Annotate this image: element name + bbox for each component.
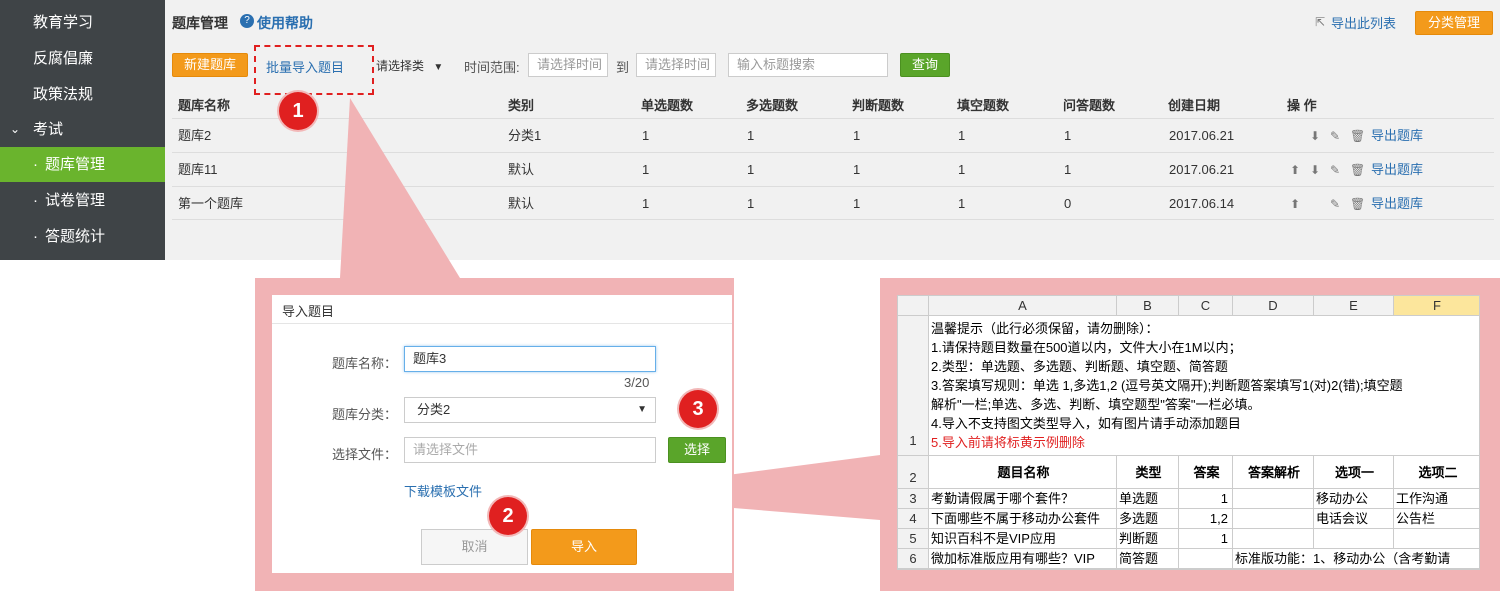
chevron-down-icon: ▼ [637, 404, 647, 415]
download-template-link[interactable]: 下载模板文件 [404, 481, 482, 500]
name-label: 题库名称： [332, 356, 398, 371]
sheet-row-header: 3 [898, 489, 929, 509]
choose-file-button[interactable]: 选择 [668, 437, 726, 463]
import-button[interactable]: 导入 [531, 529, 637, 565]
sheet-row-header: 2 [898, 456, 929, 489]
sheet-row-header: 1 [898, 316, 929, 456]
sheet-col-header: F [1394, 296, 1479, 316]
step-badge-3: 3 [679, 390, 717, 428]
bank-name-input[interactable]: 题库3 [404, 346, 656, 372]
sheet-col-header: C [1179, 296, 1233, 316]
file-label: 选择文件： [332, 447, 398, 462]
name-counter: 3/20 [624, 375, 650, 390]
sheet-col-header: D [1233, 296, 1314, 316]
dialog-divider [272, 323, 732, 324]
sheet-warning: 5.导入前请将标黄示例删除 [931, 435, 1085, 450]
sheet-notes: 温馨提示（此行必须保留，请勿删除）： 1.请保持题目数量在500道以内，文件大小… [929, 316, 1479, 456]
sheet-corner [898, 296, 929, 316]
sheet-row-header: 5 [898, 529, 929, 549]
sheet-row-header: 7 [898, 569, 929, 570]
sheet-col-header: E [1314, 296, 1394, 316]
dialog-title: 导入题目 [282, 304, 335, 319]
spreadsheet-preview: A B C D E F 1 温馨提示（此行必须保留，请勿删除）： 1.请保持题目… [897, 295, 1480, 570]
sheet-col-header: A [929, 296, 1117, 316]
step-badge-2: 2 [489, 497, 527, 535]
category-label: 题库分类： [332, 407, 398, 422]
file-input[interactable]: 请选择文件 [404, 437, 656, 463]
sheet-col-header: B [1117, 296, 1179, 316]
sheet-row-header: 6 [898, 549, 929, 569]
category-select[interactable]: 分类2 ▼ [404, 397, 656, 423]
sheet-row-header: 4 [898, 509, 929, 529]
step-badge-1: 1 [279, 92, 317, 130]
